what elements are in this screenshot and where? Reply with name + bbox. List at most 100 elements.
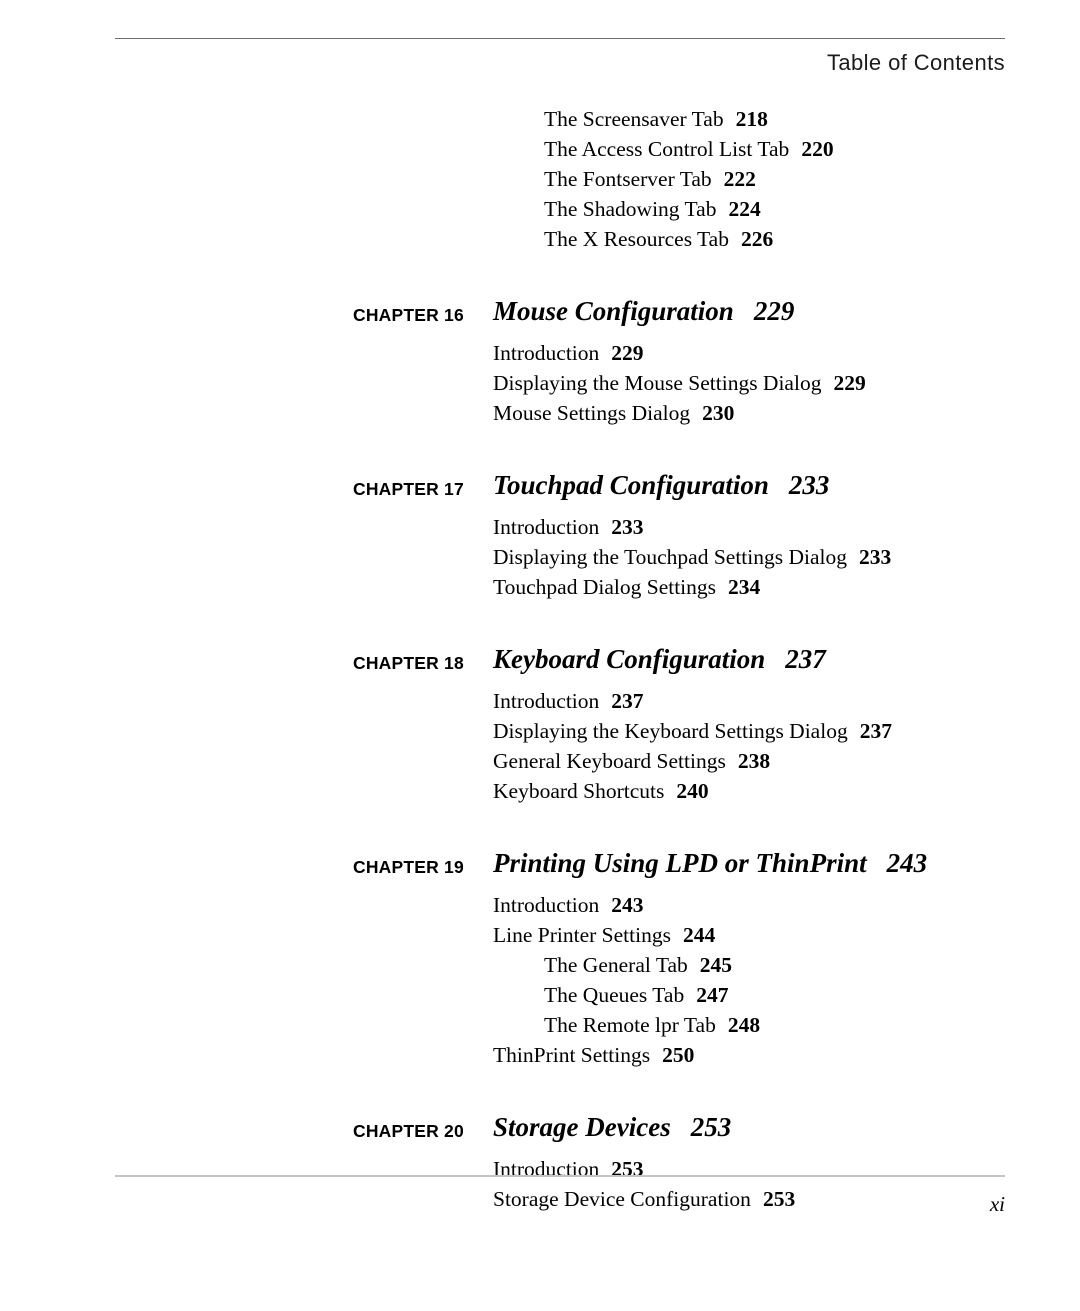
toc-entry[interactable]: The Queues Tab 247 (544, 980, 1080, 1010)
toc-entry-page-number: 234 (728, 575, 761, 599)
chapter-number-label: CHAPTER 16 (353, 305, 464, 325)
toc-entry-page-number: 229 (833, 371, 866, 395)
chapter-entry-list: Introduction 237 Displaying the Keyboard S… (0, 686, 1080, 806)
toc-entry-label: The Fontserver Tab (544, 167, 712, 191)
chapter-block: CHAPTER 20 Storage Devices 253 Introduction… (0, 1112, 1080, 1214)
toc-entry-label: The Queues Tab (544, 983, 685, 1007)
chapter-page-number: 243 (886, 848, 928, 878)
toc-entry[interactable]: The General Tab 245 (544, 950, 1080, 980)
toc-entry-page-number: 253 (611, 1157, 644, 1181)
toc-entry-page-number: 222 (723, 167, 756, 191)
toc-content: The Screensaver Tab 218 The Access Control… (0, 104, 1080, 1214)
running-head: Table of Contents (826, 50, 1005, 75)
toc-entry-page-number: 229 (611, 341, 644, 365)
toc-page: Table of Contents The Screensaver Tab 218… (0, 0, 1080, 1311)
chapter-title-text: Touchpad Configuration (493, 470, 769, 500)
toc-entry-label: Introduction (493, 689, 600, 713)
footer-rule (115, 1175, 1005, 1177)
toc-entry-label: The Access Control List Tab (544, 137, 790, 161)
toc-entry-label: Displaying the Touchpad Settings Dialog (493, 545, 848, 569)
toc-entry[interactable]: Introduction 243 (493, 890, 1080, 920)
toc-entry-label: Mouse Settings Dialog (493, 401, 691, 425)
chapter-page-number: 229 (753, 296, 795, 326)
header-rule (115, 38, 1005, 39)
toc-entry-label: Keyboard Shortcuts (493, 779, 665, 803)
toc-entry-page-number: 233 (611, 515, 644, 539)
toc-entry-label: Touchpad Dialog Settings (493, 575, 717, 599)
toc-entry[interactable]: The Screensaver Tab 218 (544, 104, 1080, 134)
chapter-number-label: CHAPTER 17 (353, 479, 464, 499)
toc-entry-label: Introduction (493, 893, 600, 917)
toc-entry-page-number: 245 (699, 953, 732, 977)
toc-entry[interactable]: Mouse Settings Dialog 230 (493, 398, 1080, 428)
chapter-title-text: Printing Using LPD or ThinPrint (493, 848, 867, 878)
chapter-page-number: 253 (690, 1112, 732, 1142)
toc-entry-label: ThinPrint Settings (493, 1043, 651, 1067)
chapter-page-number: 237 (785, 644, 826, 674)
toc-entry-label: The General Tab (544, 953, 688, 977)
chapter-title[interactable]: Storage Devices 253 (493, 1112, 731, 1143)
chapter-heading[interactable]: CHAPTER 17 Touchpad Configuration 233 (0, 470, 1080, 512)
toc-continued-entries: The Screensaver Tab 218 The Access Control… (0, 104, 1080, 254)
toc-entry[interactable]: The Remote lpr Tab 248 (544, 1010, 1080, 1040)
toc-entry-label: Storage Device Configuration (493, 1187, 751, 1211)
toc-entry-label: Line Printer Settings (493, 923, 671, 947)
chapter-block: CHAPTER 17 Touchpad Configuration 233 Intro… (0, 470, 1080, 602)
chapter-block: CHAPTER 19 Printing Using LPD or ThinPrin… (0, 848, 1080, 1070)
toc-entry[interactable]: Displaying the Keyboard Settings Dialog 2… (493, 716, 1080, 746)
toc-entry-page-number: 220 (801, 137, 834, 161)
chapter-entry-list: Introduction 243 Line Printer Settings 244 T… (0, 890, 1080, 1070)
chapter-entry-list: Introduction 229 Displaying the Mouse Sett… (0, 338, 1080, 428)
chapter-heading[interactable]: CHAPTER 20 Storage Devices 253 (0, 1112, 1080, 1154)
toc-entry-label: Displaying the Keyboard Settings Dialog (493, 719, 848, 743)
toc-entry-page-number: 230 (702, 401, 735, 425)
toc-entry-label: Displaying the Mouse Settings Dialog (493, 371, 822, 395)
toc-entry[interactable]: General Keyboard Settings 238 (493, 746, 1080, 776)
chapter-block: CHAPTER 16 Mouse Configuration 229 Introduc… (0, 296, 1080, 428)
toc-entry-label: The X Resources Tab (544, 227, 729, 251)
toc-entry[interactable]: Displaying the Touchpad Settings Dialog 2… (493, 542, 1080, 572)
toc-entry-page-number: 253 (762, 1187, 796, 1211)
toc-entry-label: The Remote lpr Tab (544, 1013, 716, 1037)
page-folio: xi (989, 1192, 1005, 1216)
toc-entry[interactable]: The Shadowing Tab 224 (544, 194, 1080, 224)
toc-entry-page-number: 247 (696, 983, 729, 1007)
toc-entry-page-number: 244 (682, 923, 716, 947)
toc-entry[interactable]: Introduction 237 (493, 686, 1080, 716)
toc-entry[interactable]: Introduction 233 (493, 512, 1080, 542)
toc-entry[interactable]: Introduction 229 (493, 338, 1080, 368)
toc-entry-page-number: 237 (859, 719, 892, 743)
chapter-heading[interactable]: CHAPTER 16 Mouse Configuration 229 (0, 296, 1080, 338)
toc-entry-page-number: 248 (727, 1013, 761, 1037)
toc-entry[interactable]: Keyboard Shortcuts 240 (493, 776, 1080, 806)
chapter-title[interactable]: Mouse Configuration 229 (493, 296, 794, 327)
chapter-heading[interactable]: CHAPTER 19 Printing Using LPD or ThinPrin… (0, 848, 1080, 890)
toc-entry-page-number: 240 (676, 779, 709, 803)
toc-entry[interactable]: Displaying the Mouse Settings Dialog 229 (493, 368, 1080, 398)
chapter-title[interactable]: Keyboard Configuration 237 (493, 644, 826, 675)
toc-entry-label: General Keyboard Settings (493, 749, 726, 773)
chapter-title-text: Mouse Configuration (493, 296, 734, 326)
toc-entry[interactable]: Introduction 253 (493, 1154, 1080, 1184)
chapter-heading[interactable]: CHAPTER 18 Keyboard Configuration 237 (0, 644, 1080, 686)
toc-entry[interactable]: The Access Control List Tab 220 (544, 134, 1080, 164)
toc-entry-label: Introduction (493, 515, 600, 539)
toc-entry[interactable]: ThinPrint Settings 250 (493, 1040, 1080, 1070)
toc-entry[interactable]: Touchpad Dialog Settings 234 (493, 572, 1080, 602)
chapter-title[interactable]: Touchpad Configuration 233 (493, 470, 829, 501)
toc-entry[interactable]: Line Printer Settings 244 (493, 920, 1080, 950)
toc-entry-page-number: 250 (662, 1043, 695, 1067)
toc-entry-page-number: 238 (737, 749, 771, 773)
toc-entry-page-number: 243 (611, 893, 644, 917)
toc-entry-page-number: 218 (735, 107, 768, 131)
chapter-title-text: Storage Devices (493, 1112, 671, 1142)
toc-entry-label: Introduction (493, 1157, 600, 1181)
toc-entry[interactable]: The X Resources Tab 226 (544, 224, 1080, 254)
toc-entry[interactable]: The Fontserver Tab 222 (544, 164, 1080, 194)
chapter-block: CHAPTER 18 Keyboard Configuration 237 Intro… (0, 644, 1080, 806)
chapter-number-label: CHAPTER 18 (353, 653, 464, 673)
chapter-title-text: Keyboard Configuration (493, 644, 766, 674)
toc-entry-page-number: 237 (611, 689, 644, 713)
chapter-title[interactable]: Printing Using LPD or ThinPrint 243 (493, 848, 927, 879)
toc-entry-label: The Shadowing Tab (544, 197, 717, 221)
